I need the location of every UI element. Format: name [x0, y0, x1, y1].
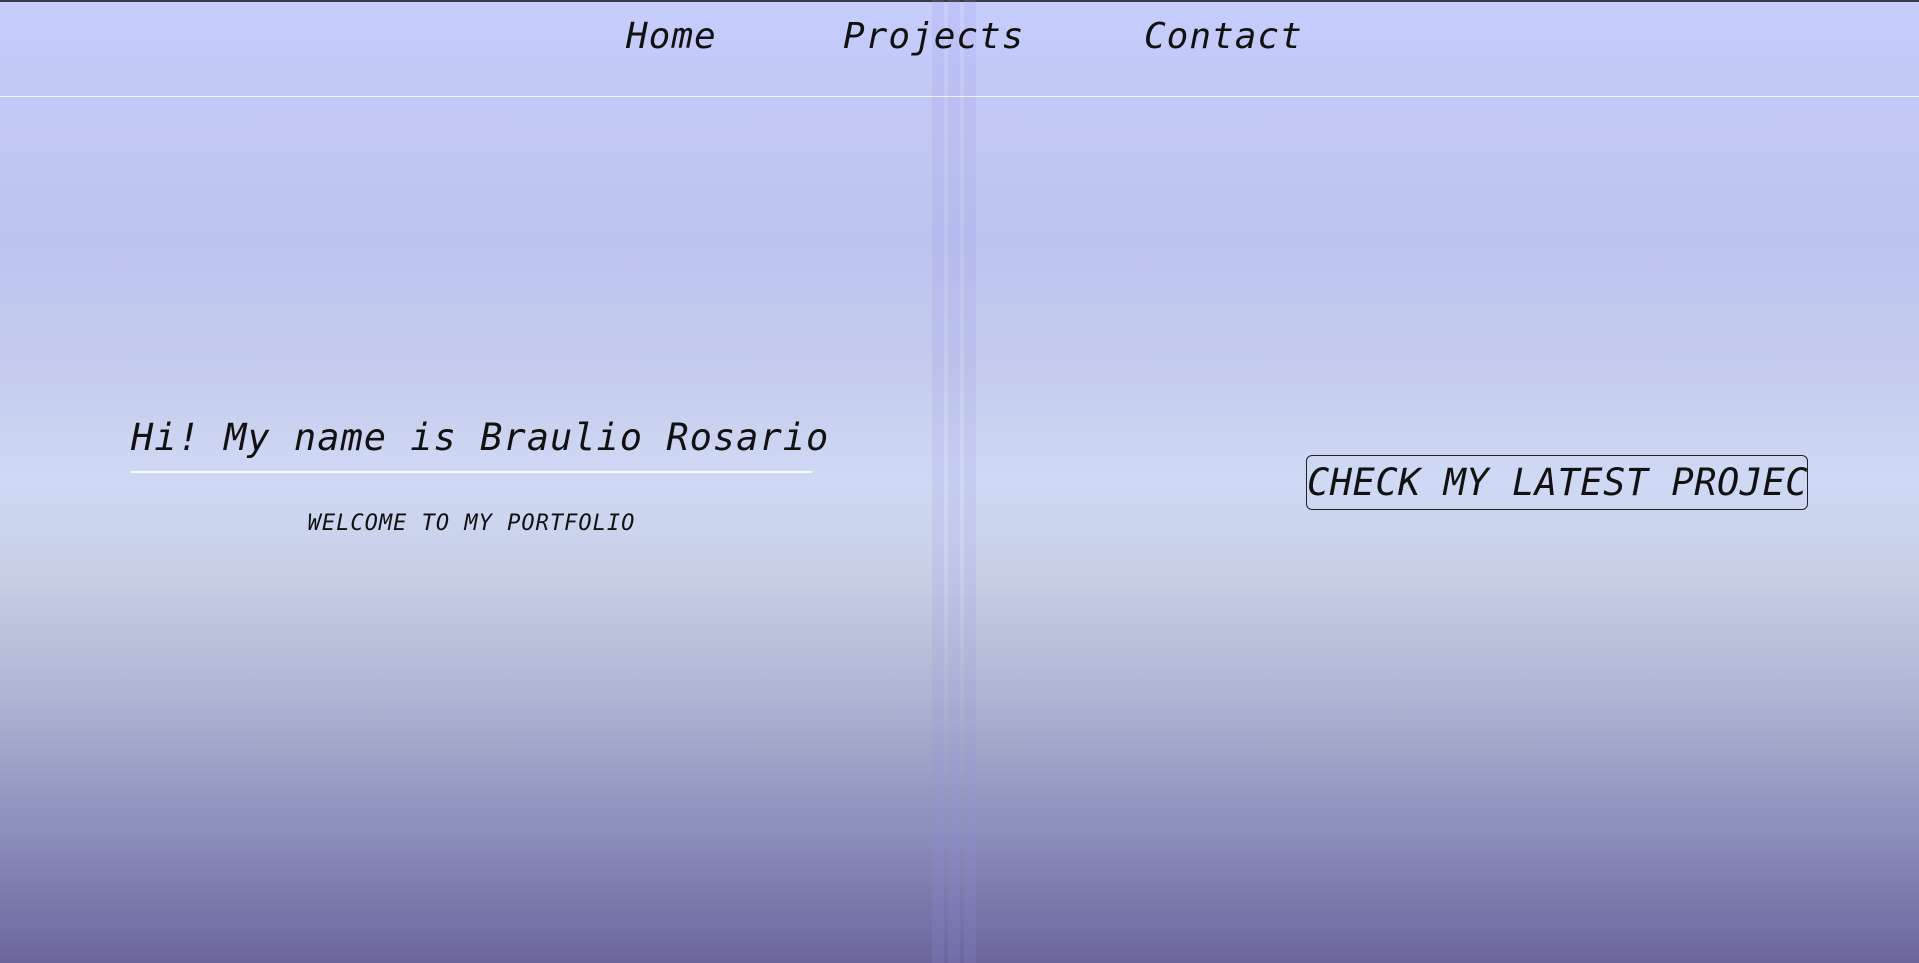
hero-intro: Hi! My name is Braulio Rosario WELCOME T… [131, 416, 828, 536]
background-stripe [948, 0, 960, 963]
nav-link-contact[interactable]: Contact [1144, 16, 1303, 57]
top-navigation: Home Projects Contact [0, 2, 1919, 97]
nav-link-home[interactable]: Home [626, 16, 717, 57]
background-stripe [932, 0, 944, 963]
latest-project-button[interactable]: CHECK MY LATEST PROJECT [1306, 455, 1808, 510]
hero-title: Hi! My name is Braulio Rosario [131, 416, 828, 473]
background-stripe [964, 0, 976, 963]
nav-link-projects[interactable]: Projects [843, 16, 1024, 57]
hero-subtitle: WELCOME TO MY PORTFOLIO [307, 511, 636, 536]
